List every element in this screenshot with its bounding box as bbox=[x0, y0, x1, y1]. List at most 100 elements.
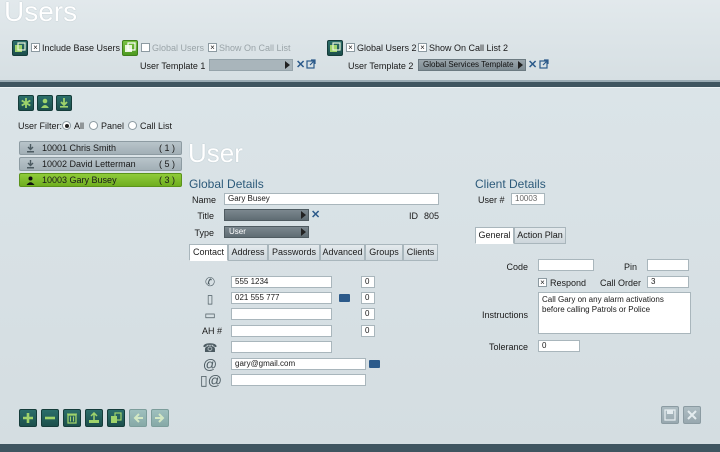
sms-email-input[interactable] bbox=[231, 374, 366, 386]
asterisk-icon[interactable] bbox=[18, 95, 34, 111]
global-users-label: Global Users bbox=[152, 43, 205, 53]
user-template-2-value: Global Services Template bbox=[423, 60, 514, 69]
type-label: Type bbox=[194, 228, 214, 238]
show-on-call-list-2-label: Show On Call List 2 bbox=[429, 43, 509, 53]
phone-ext-input[interactable]: 0 bbox=[361, 276, 375, 288]
user-list-item[interactable]: 10003 Gary Busey ( 3 ) bbox=[19, 173, 182, 187]
mobile-icon: ▯ bbox=[206, 292, 214, 306]
show-on-call-list-checkbox[interactable]: × bbox=[208, 43, 217, 52]
mobile-input[interactable]: 021 555 777 bbox=[231, 292, 332, 304]
user-list-item[interactable]: 10001 Chris Smith ( 1 ) bbox=[19, 141, 182, 155]
user-template-1-select[interactable] bbox=[209, 59, 293, 71]
user-id: 10001 bbox=[42, 143, 68, 153]
call-order-label: Call Order bbox=[600, 278, 642, 288]
filter-all-label: All bbox=[74, 121, 85, 131]
arrow-left-icon[interactable] bbox=[129, 409, 147, 427]
respond-label: Respond bbox=[550, 278, 587, 288]
clear-template-2-icon[interactable]: ✕ bbox=[528, 58, 537, 71]
download-icon bbox=[26, 160, 35, 172]
show-on-call-list-label: Show On Call List bbox=[219, 43, 291, 53]
fax-icon: ☎ bbox=[202, 341, 218, 355]
title-label: Title bbox=[197, 211, 214, 221]
id-value: 805 bbox=[424, 211, 440, 221]
clear-title-icon[interactable]: ✕ bbox=[311, 208, 320, 221]
show-on-call-list-2-checkbox[interactable]: × bbox=[418, 43, 427, 52]
user-name: Gary Busey bbox=[69, 175, 117, 185]
user-filter-label: User Filter: bbox=[18, 121, 63, 131]
tolerance-input[interactable]: 0 bbox=[538, 340, 580, 352]
user-num-input[interactable]: 10003 bbox=[511, 193, 545, 205]
clear-template-1-icon[interactable]: ✕ bbox=[296, 58, 305, 71]
client-tab-action-plan[interactable]: Action Plan bbox=[514, 227, 566, 244]
instructions-label: Instructions bbox=[481, 310, 528, 320]
tab-advanced[interactable]: Advanced bbox=[320, 244, 365, 261]
ah-label: AH # bbox=[201, 326, 222, 336]
user-count: ( 1 ) bbox=[158, 143, 175, 153]
tab-contact[interactable]: Contact bbox=[189, 244, 228, 261]
close-icon[interactable] bbox=[683, 406, 701, 424]
user-name: David Letterman bbox=[69, 159, 136, 169]
code-input[interactable] bbox=[538, 259, 594, 271]
ah-ext-input[interactable]: 0 bbox=[361, 325, 375, 337]
tab-groups[interactable]: Groups bbox=[365, 244, 403, 261]
type-select[interactable]: User bbox=[224, 226, 309, 238]
mobile-ext-input[interactable]: 0 bbox=[361, 292, 375, 304]
arrow-right-icon[interactable] bbox=[151, 409, 169, 427]
user-template-2-select[interactable]: Global Services Template bbox=[418, 59, 526, 71]
phone-input[interactable]: 555 1234 bbox=[231, 276, 332, 288]
user-name: Chris Smith bbox=[69, 143, 117, 153]
name-input[interactable]: Gary Busey bbox=[224, 193, 439, 205]
email-input[interactable]: gary@gmail.com bbox=[231, 358, 366, 370]
tab-clients[interactable]: Clients bbox=[403, 244, 438, 261]
include-base-users-checkbox[interactable]: × bbox=[31, 43, 40, 52]
filter-panel-label: Panel bbox=[101, 121, 125, 131]
open-template-2-icon[interactable] bbox=[539, 59, 549, 71]
respond-checkbox[interactable]: × bbox=[538, 278, 547, 287]
user-template-2-label: User Template 2 bbox=[348, 61, 414, 71]
filter-all-radio[interactable] bbox=[62, 121, 71, 130]
tab-passwords[interactable]: Passwords bbox=[268, 244, 320, 261]
title-select[interactable] bbox=[224, 209, 309, 221]
top-panel: Users × Include Base Users Global Users … bbox=[0, 0, 720, 82]
user-num-label: User # bbox=[478, 195, 505, 205]
instructions-textarea[interactable]: Call Gary on any alarm activations befor… bbox=[538, 292, 691, 334]
user-list-item[interactable]: 10002 David Letterman ( 5 ) bbox=[19, 157, 182, 171]
copy-icon[interactable] bbox=[107, 409, 125, 427]
page-title: Users bbox=[4, 0, 78, 27]
type-value: User bbox=[229, 227, 246, 236]
global-users-checkbox[interactable] bbox=[141, 43, 150, 52]
sms-email-icon: ▯@ bbox=[200, 372, 222, 388]
pager-ext-input[interactable]: 0 bbox=[361, 308, 375, 320]
export-icon[interactable] bbox=[85, 409, 103, 427]
include-base-users-icon[interactable] bbox=[12, 40, 28, 56]
remove-icon[interactable] bbox=[41, 409, 59, 427]
download-icon[interactable] bbox=[56, 95, 72, 111]
filter-call-list-radio[interactable] bbox=[128, 121, 137, 130]
person-add-icon[interactable] bbox=[37, 95, 53, 111]
global-users-2-icon[interactable] bbox=[327, 40, 343, 56]
pager-input[interactable] bbox=[231, 308, 332, 320]
add-icon[interactable] bbox=[19, 409, 37, 427]
save-icon[interactable] bbox=[661, 406, 679, 424]
fax-input[interactable] bbox=[231, 341, 332, 353]
global-users-2-checkbox[interactable]: × bbox=[346, 43, 355, 52]
mail-icon[interactable] bbox=[339, 294, 350, 302]
pin-input[interactable] bbox=[647, 259, 689, 271]
trash-icon[interactable] bbox=[63, 409, 81, 427]
id-label: ID bbox=[409, 211, 418, 221]
call-order-input[interactable]: 3 bbox=[647, 276, 689, 288]
chevron-right-icon bbox=[301, 228, 306, 236]
pager-icon: ▭ bbox=[204, 308, 216, 322]
global-users-icon[interactable] bbox=[122, 40, 138, 56]
chevron-right-icon bbox=[285, 61, 290, 69]
global-users-2-label: Global Users 2 bbox=[357, 43, 417, 53]
filter-panel-radio[interactable] bbox=[89, 121, 98, 130]
user-heading: User bbox=[188, 138, 243, 168]
chevron-right-icon bbox=[301, 211, 306, 219]
client-tab-general[interactable]: General bbox=[475, 227, 514, 244]
tab-address[interactable]: Address bbox=[228, 244, 268, 261]
user-count: ( 3 ) bbox=[158, 175, 175, 185]
mail-icon[interactable] bbox=[369, 360, 380, 368]
ah-input[interactable] bbox=[231, 325, 332, 337]
open-template-1-icon[interactable] bbox=[306, 59, 316, 71]
